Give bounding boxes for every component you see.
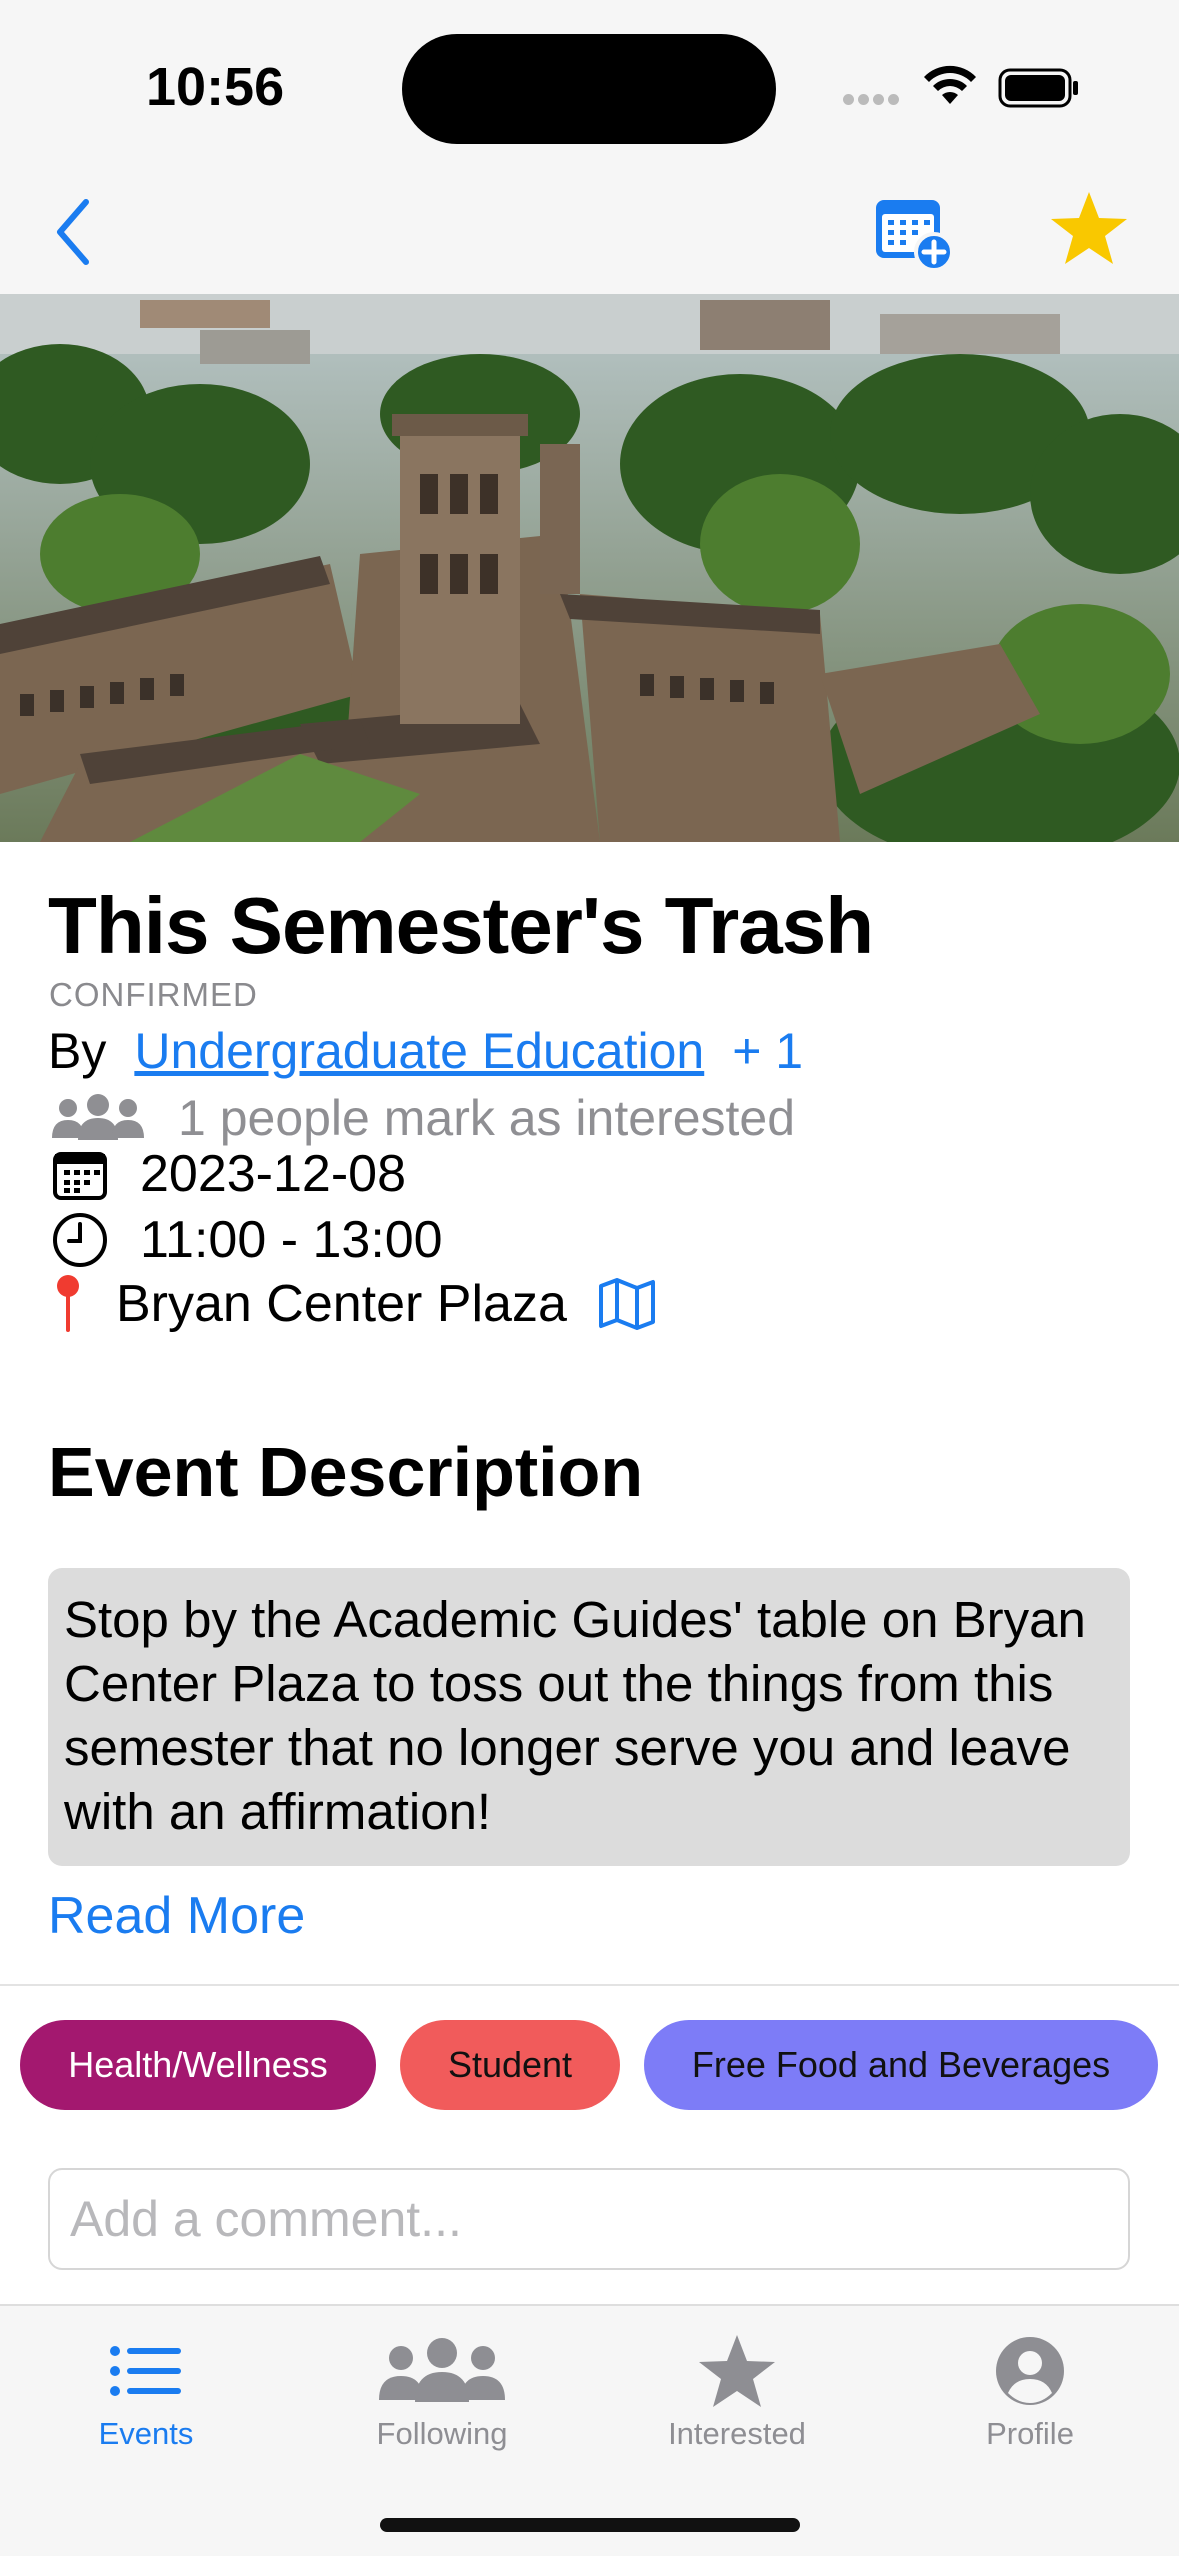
wifi-icon xyxy=(924,65,976,104)
description-text: Stop by the Academic Guides' table on Br… xyxy=(48,1568,1130,1866)
list-icon xyxy=(109,2326,183,2416)
favorite-star-icon[interactable] xyxy=(1048,188,1130,270)
battery-icon xyxy=(998,68,1078,108)
by-label: By xyxy=(48,1023,107,1079)
add-to-calendar-icon[interactable] xyxy=(872,190,956,274)
time-row: 11:00 - 13:00 xyxy=(48,1210,443,1270)
description-heading: Event Description xyxy=(48,1433,644,1511)
event-time: 11:00 - 13:00 xyxy=(140,1211,443,1269)
comment-input[interactable] xyxy=(48,2168,1130,2270)
map-pin-icon xyxy=(48,1274,88,1334)
tab-profile-label: Profile xyxy=(986,2416,1074,2451)
clock-icon xyxy=(48,1210,112,1270)
organizer-link[interactable]: Undergraduate Education xyxy=(134,1022,704,1080)
tab-events-label: Events xyxy=(98,2416,194,2451)
organizer-row: By Undergraduate Education + 1 xyxy=(48,1022,803,1080)
location-row: Bryan Center Plaza xyxy=(48,1274,657,1334)
calendar-icon xyxy=(48,1144,112,1204)
tag-student[interactable]: Student xyxy=(400,2020,620,2110)
person-circle-icon xyxy=(994,2326,1066,2416)
navigation-bar xyxy=(0,170,1179,294)
map-icon[interactable] xyxy=(597,1278,657,1330)
star-icon xyxy=(697,2326,777,2416)
date-row: 2023-12-08 xyxy=(48,1144,406,1204)
tab-profile[interactable]: Profile xyxy=(920,2326,1140,2466)
tab-interested[interactable]: Interested xyxy=(627,2326,847,2466)
divider xyxy=(0,1984,1179,1986)
tag-free-food[interactable]: Free Food and Beverages xyxy=(644,2020,1158,2110)
event-image xyxy=(0,294,1179,842)
interest-count-text: 1 people mark as interested xyxy=(178,1090,796,1146)
more-organizers-link[interactable]: + 1 xyxy=(732,1022,803,1080)
event-title: This Semester's Trash xyxy=(48,881,874,970)
home-indicator xyxy=(380,2518,800,2532)
read-more-link[interactable]: Read More xyxy=(48,1886,305,1946)
people-icon xyxy=(48,1088,148,1148)
tab-following[interactable]: Following xyxy=(332,2326,552,2466)
event-status-label: CONFIRMED xyxy=(49,976,258,1013)
event-location: Bryan Center Plaza xyxy=(116,1275,567,1333)
tag-health-wellness[interactable]: Health/Wellness xyxy=(20,2020,376,2110)
interest-row: 1 people mark as interested xyxy=(48,1088,795,1148)
status-bar: 10:56 xyxy=(0,0,1179,170)
tab-interested-label: Interested xyxy=(668,2416,806,2451)
status-time: 10:56 xyxy=(146,57,285,117)
dynamic-island xyxy=(402,34,776,144)
tab-events[interactable]: Events xyxy=(36,2326,256,2466)
event-date: 2023-12-08 xyxy=(140,1145,406,1203)
cellular-signal-icon xyxy=(843,92,907,106)
back-chevron-icon[interactable] xyxy=(46,192,106,272)
people-icon xyxy=(377,2326,507,2416)
tab-following-label: Following xyxy=(376,2416,508,2451)
